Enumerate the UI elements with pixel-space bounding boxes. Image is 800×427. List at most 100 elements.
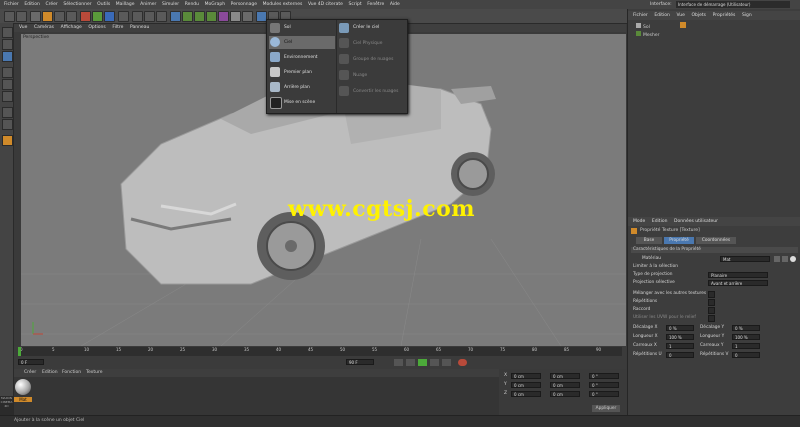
z-axis-icon[interactable] <box>104 11 115 22</box>
record-icon[interactable] <box>458 359 467 366</box>
material-link-icon[interactable] <box>782 256 788 262</box>
menu-fichier[interactable]: Fichier <box>4 0 19 9</box>
mat-menu-creer[interactable]: Créer <box>24 370 36 375</box>
tab-propriete[interactable]: Propriété <box>664 237 694 244</box>
uvw-checkbox[interactable] <box>708 315 715 322</box>
y-axis-icon[interactable] <box>92 11 103 22</box>
workplane-mode-icon[interactable] <box>2 51 13 62</box>
pos-y-field[interactable]: 0 cm <box>511 382 541 388</box>
attr-menu-edition[interactable]: Edition <box>652 217 668 226</box>
object-row-sol[interactable]: Sol <box>636 23 650 30</box>
points-mode-icon[interactable] <box>2 67 13 78</box>
repeat-v-field[interactable]: 0 <box>732 352 760 358</box>
dd-item-arriere-plan[interactable]: Arrière plan <box>284 82 310 94</box>
dd-item-premier-plan[interactable]: Premier plan <box>284 67 312 79</box>
edges-mode-icon[interactable] <box>2 79 13 90</box>
tab-base[interactable]: Base <box>636 237 662 244</box>
size-y-field[interactable]: 0 cm <box>550 382 580 388</box>
material-preview-icon[interactable] <box>790 256 796 262</box>
mat-menu-edition[interactable]: Edition <box>42 370 58 375</box>
length-x-field[interactable]: 100 % <box>666 334 694 340</box>
offset-x-field[interactable]: 0 % <box>666 325 694 331</box>
live-select-icon[interactable] <box>30 11 41 22</box>
polygons-mode-icon[interactable] <box>2 91 13 102</box>
menu-mograph[interactable]: MoGraph <box>205 0 225 9</box>
texture-tag-icon[interactable] <box>680 22 686 28</box>
mat-menu-texture[interactable]: Texture <box>86 370 102 375</box>
x-axis-icon[interactable] <box>80 11 91 22</box>
tab-coordonnees[interactable]: Coordonnées <box>696 237 736 244</box>
om-menu-sign[interactable]: Sign <box>742 11 752 20</box>
tiles-x-field[interactable]: 1 <box>666 343 694 349</box>
dd-item-mise-en-scene[interactable]: Mise en scène <box>284 97 315 109</box>
menu-rendu[interactable]: Rendu <box>185 0 199 9</box>
first-frame-icon[interactable] <box>394 359 403 366</box>
move-icon[interactable] <box>42 11 53 22</box>
timeline-ruler[interactable]: 0 5 10 15 20 25 30 35 40 45 50 55 60 65 … <box>18 347 622 356</box>
pos-z-field[interactable]: 0 cm <box>511 391 541 397</box>
menu-outils[interactable]: Outils <box>97 0 110 9</box>
texture-mode-icon[interactable] <box>2 39 13 50</box>
seamless-checkbox[interactable] <box>708 307 715 314</box>
dd-item-creer-ciel[interactable]: Créer le ciel <box>353 22 379 34</box>
om-menu-edition[interactable]: Edition <box>654 11 670 20</box>
last-frame-icon[interactable] <box>442 359 451 366</box>
mix-checkbox[interactable] <box>708 291 715 298</box>
interface-select[interactable]: Interface de démarrage (Utilisateur) <box>676 1 790 8</box>
material-field[interactable]: Mat <box>720 256 770 262</box>
end-frame-field[interactable]: 90 F <box>346 359 374 365</box>
om-menu-fichier[interactable]: Fichier <box>633 11 648 20</box>
om-menu-proprietes[interactable]: Propriétés <box>713 11 736 20</box>
vp-menu-panneau[interactable]: Panneau <box>130 24 149 32</box>
menu-edition[interactable]: Edition <box>24 0 40 9</box>
dd-item-environnement[interactable]: Environnement <box>284 52 318 64</box>
menu-simuler[interactable]: Simuler <box>162 0 179 9</box>
menu-aide[interactable]: Aide <box>390 0 400 9</box>
attr-menu-mode[interactable]: Mode <box>633 217 645 226</box>
menu-fenetre[interactable]: Fenêtre <box>367 0 384 9</box>
dd-item-groupe-nuages[interactable]: Groupe de nuages <box>353 54 393 66</box>
model-mode-icon[interactable] <box>2 27 13 38</box>
dd-item-nuage[interactable]: Nuage <box>353 70 367 82</box>
menu-modules[interactable]: Modules externes <box>263 0 303 9</box>
cube-icon[interactable] <box>170 11 181 22</box>
rot-p-field[interactable]: 0 ° <box>589 382 619 388</box>
size-z-field[interactable]: 0 cm <box>550 391 580 397</box>
dd-item-ciel-physique[interactable]: Ciel Physique <box>353 38 382 50</box>
snap-icon[interactable] <box>2 135 13 146</box>
menu-script[interactable]: Script <box>349 0 362 9</box>
pos-x-field[interactable]: 0 cm <box>511 373 541 379</box>
object-row-mesher[interactable]: Mesher <box>636 31 659 38</box>
rot-b-field[interactable]: 0 ° <box>589 391 619 397</box>
spline-icon[interactable] <box>182 11 193 22</box>
projection-select[interactable]: Planaire <box>708 272 768 278</box>
vp-menu-options[interactable]: Options <box>88 24 105 32</box>
dd-item-convertir-nuages[interactable]: Convertir les nuages <box>353 86 398 98</box>
coord-system-icon[interactable] <box>118 11 129 22</box>
material-menu-icon[interactable] <box>774 256 780 262</box>
length-y-field[interactable]: 100 % <box>732 334 760 340</box>
dd-item-ciel[interactable]: Ciel <box>284 37 292 49</box>
render-settings-icon[interactable] <box>156 11 167 22</box>
nurbs-icon[interactable] <box>194 11 205 22</box>
tweak-mode-icon[interactable] <box>2 119 13 130</box>
rotate-icon[interactable] <box>66 11 77 22</box>
offset-y-field[interactable]: 0 % <box>732 325 760 331</box>
material-preview[interactable] <box>15 379 31 395</box>
camera-icon[interactable] <box>242 11 253 22</box>
tiles-y-field[interactable]: 1 <box>732 343 760 349</box>
material-name[interactable]: Mat <box>14 397 32 402</box>
tile-checkbox[interactable] <box>708 299 715 306</box>
current-frame-field[interactable]: 0 F <box>18 359 44 365</box>
apply-button[interactable]: Appliquer <box>592 405 620 412</box>
menu-creer[interactable]: Créer <box>45 0 57 9</box>
environment-icon[interactable] <box>230 11 241 22</box>
vp-menu-vue[interactable]: Vue <box>19 24 27 32</box>
render-picture-icon[interactable] <box>144 11 155 22</box>
menu-vue4d[interactable]: Vue 4D citerate <box>308 0 343 9</box>
menu-personnage[interactable]: Personnage <box>231 0 257 9</box>
rot-h-field[interactable]: 0 ° <box>589 373 619 379</box>
dd-item-sol[interactable]: Sol <box>284 22 291 34</box>
attr-menu-donnees[interactable]: Données utilisateur <box>674 217 718 226</box>
size-x-field[interactable]: 0 cm <box>550 373 580 379</box>
